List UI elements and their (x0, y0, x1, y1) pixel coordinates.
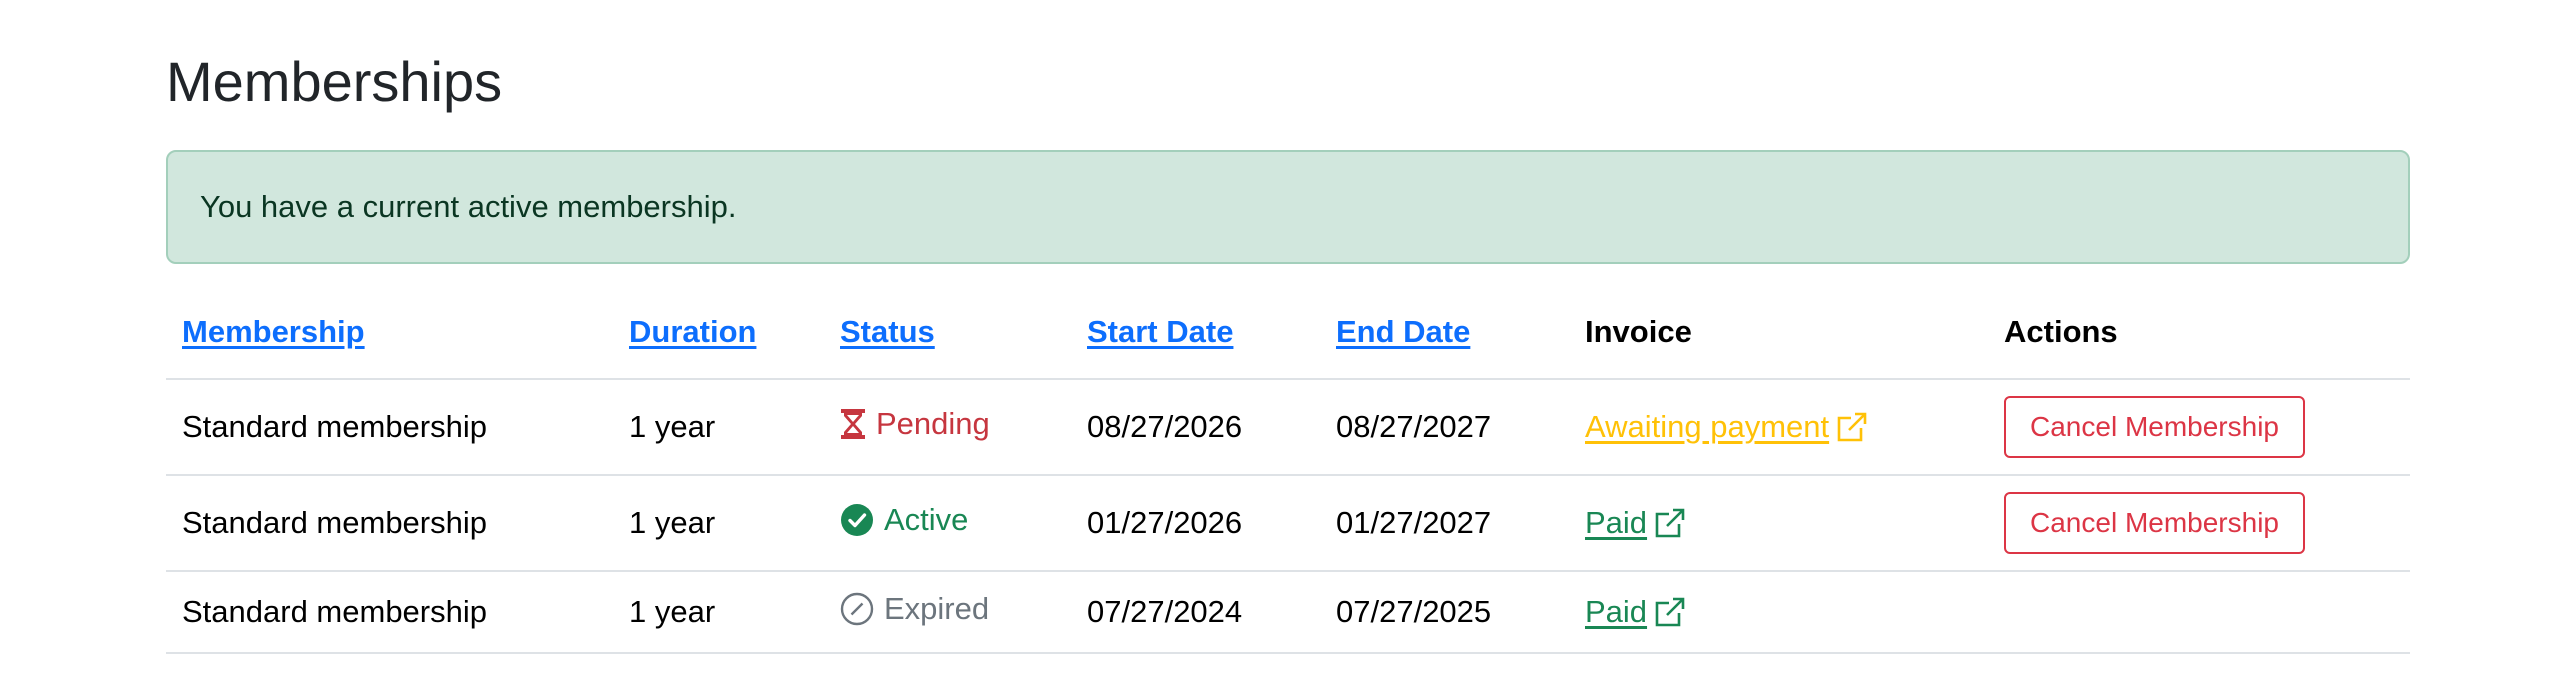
table-row: Standard membership 1 year Active 01/27/… (166, 475, 2410, 572)
header-invoice: Invoice (1569, 286, 1988, 380)
cell-end-date: 07/27/2025 (1320, 571, 1569, 654)
memberships-table: Membership Duration Status Start Date En… (166, 286, 2410, 654)
sort-status-link[interactable]: Status (840, 314, 935, 349)
table-row: Standard membership 1 year Pending 08/27… (166, 379, 2410, 476)
cell-start-date: 01/27/2026 (1071, 475, 1320, 572)
alert-message: You have a current active membership. (200, 189, 737, 224)
external-link-icon (1655, 508, 1685, 538)
invoice-link-text: Paid (1585, 505, 1648, 540)
header-start-date: Start Date (1071, 286, 1320, 380)
cell-membership: Standard membership (166, 475, 613, 572)
page-title: Memberships (166, 50, 503, 113)
cell-start-date: 07/27/2024 (1071, 571, 1320, 654)
status-badge: Active (840, 502, 968, 538)
status-text: Pending (876, 406, 990, 441)
cell-membership: Standard membership (166, 571, 613, 654)
external-link-icon (1837, 412, 1867, 442)
cell-actions: Cancel Membership (1988, 379, 2410, 476)
hourglass-icon (841, 409, 865, 439)
table-header-row: Membership Duration Status Start Date En… (166, 286, 2410, 380)
external-link-icon (1655, 597, 1685, 627)
cell-status: Pending (824, 379, 1071, 476)
table-row: Standard membership 1 year Expired 07/27… (166, 571, 2410, 654)
active-membership-alert: You have a current active membership. (166, 150, 2410, 264)
cell-invoice: Paid (1569, 571, 1988, 654)
cell-end-date: 01/27/2027 (1320, 475, 1569, 572)
status-badge: Expired (840, 591, 989, 627)
cell-membership: Standard membership (166, 379, 613, 476)
sort-duration-link[interactable]: Duration (629, 314, 756, 349)
sort-end-date-link[interactable]: End Date (1336, 314, 1470, 349)
sort-start-date-link[interactable]: Start Date (1087, 314, 1233, 349)
check-circle-icon (841, 503, 873, 536)
cell-start-date: 08/27/2026 (1071, 379, 1320, 476)
cell-status: Expired (824, 571, 1071, 654)
cell-invoice: Paid (1569, 475, 1988, 572)
header-status: Status (824, 286, 1071, 380)
invoice-link-text: Paid (1585, 594, 1648, 629)
invoice-link[interactable]: Paid (1585, 505, 1687, 541)
header-end-date: End Date (1320, 286, 1569, 380)
header-membership: Membership (166, 286, 613, 380)
cell-status: Active (824, 475, 1071, 572)
cell-duration: 1 year (613, 475, 824, 572)
cell-actions: Cancel Membership (1988, 475, 2410, 572)
cancel-membership-button[interactable]: Cancel Membership (2004, 492, 2305, 554)
header-duration: Duration (613, 286, 824, 380)
cell-invoice: Awaiting payment (1569, 379, 1988, 476)
header-actions: Actions (1988, 286, 2410, 380)
cell-actions (1988, 571, 2410, 654)
cancel-membership-button[interactable]: Cancel Membership (2004, 396, 2305, 458)
slash-circle-icon (840, 592, 874, 625)
invoice-link-text: Awaiting payment (1585, 409, 1830, 444)
status-badge: Pending (840, 406, 990, 442)
status-text: Active (884, 501, 969, 537)
cell-duration: 1 year (613, 379, 824, 476)
sort-membership-link[interactable]: Membership (182, 314, 365, 349)
invoice-link[interactable]: Paid (1585, 594, 1687, 630)
invoice-link[interactable]: Awaiting payment (1585, 409, 1869, 445)
status-text: Expired (884, 590, 990, 626)
cell-duration: 1 year (613, 571, 824, 654)
cell-end-date: 08/27/2027 (1320, 379, 1569, 476)
